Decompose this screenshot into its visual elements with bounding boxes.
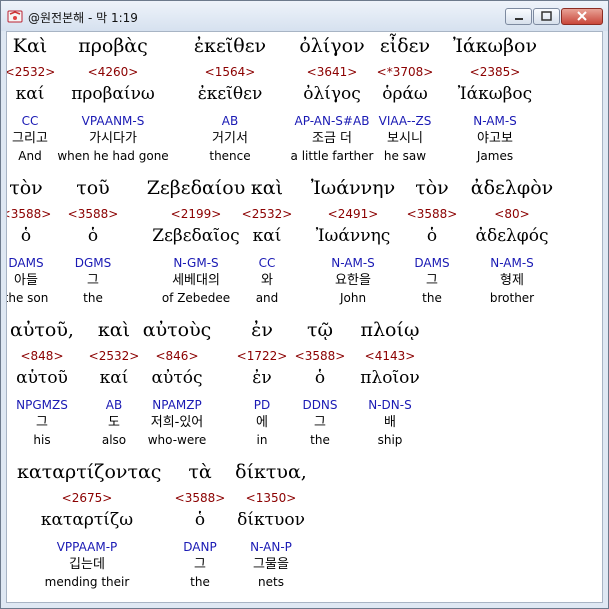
lexical-form: ἀδελφός	[475, 226, 549, 246]
greek-word: Ἰάκωβον	[452, 35, 538, 57]
lexical-form: πλοῖον	[360, 368, 420, 388]
title-bar[interactable]: @원전본해 - 막 1:19	[1, 1, 608, 31]
close-button[interactable]	[561, 8, 603, 25]
korean-gloss: 야고보	[477, 131, 513, 146]
parsing-code: N-AN-P	[250, 540, 292, 554]
korean-gloss: 배	[384, 415, 396, 430]
app-window: @원전본해 - 막 1:19 Καὶ <2532> καί CC 그리고 And προβὰ…	[0, 0, 609, 609]
parsing-code: N-AM-S	[473, 114, 517, 128]
strong-number: <80>	[494, 207, 530, 221]
close-icon	[577, 11, 587, 21]
greek-word: πλοίῳ	[360, 319, 420, 341]
strong-number: <2385>	[469, 65, 521, 79]
korean-gloss: 그물을	[253, 557, 289, 572]
interlinear-word[interactable]: ἀδελφὸν <80> ἀδελφός N-AM-S 형제 brother	[442, 177, 582, 305]
maximize-button[interactable]	[533, 8, 560, 25]
korean-gloss: 형제	[500, 273, 524, 288]
window-title: @원전본해 - 막 1:19	[28, 11, 138, 25]
greek-word: δίκτυα,	[235, 461, 307, 483]
interlinear-word[interactable]: Ἰάκωβον <2385> Ἰάκωβος N-AM-S 야고보 James	[425, 35, 565, 163]
interlinear-word[interactable]: δίκτυα, <1350> δίκτυον N-AN-P 그물을 nets	[201, 461, 341, 589]
parsing-code: N-DN-S	[368, 398, 412, 412]
lexical-form: Ἰάκωβος	[457, 84, 533, 104]
english-gloss: nets	[258, 575, 284, 589]
maximize-icon	[541, 11, 552, 21]
bible-app-icon	[7, 10, 23, 23]
strong-number: <1350>	[245, 491, 297, 505]
english-gloss: ship	[377, 433, 403, 447]
english-gloss: brother	[489, 291, 535, 305]
minimize-icon	[515, 18, 523, 20]
parsing-code: N-AM-S	[490, 256, 534, 270]
interlinear-panel[interactable]: Καὶ <2532> καί CC 그리고 And προβὰς <4260> προβαίνω…	[6, 31, 603, 603]
english-gloss: James	[476, 149, 514, 163]
minimize-button[interactable]	[505, 8, 532, 25]
lexical-form: δίκτυον	[237, 510, 305, 530]
interlinear-word[interactable]: πλοίῳ <4143> πλοῖον N-DN-S 배 ship	[320, 319, 460, 447]
greek-word: ἀδελφὸν	[470, 177, 554, 199]
strong-number: <4143>	[364, 349, 416, 363]
